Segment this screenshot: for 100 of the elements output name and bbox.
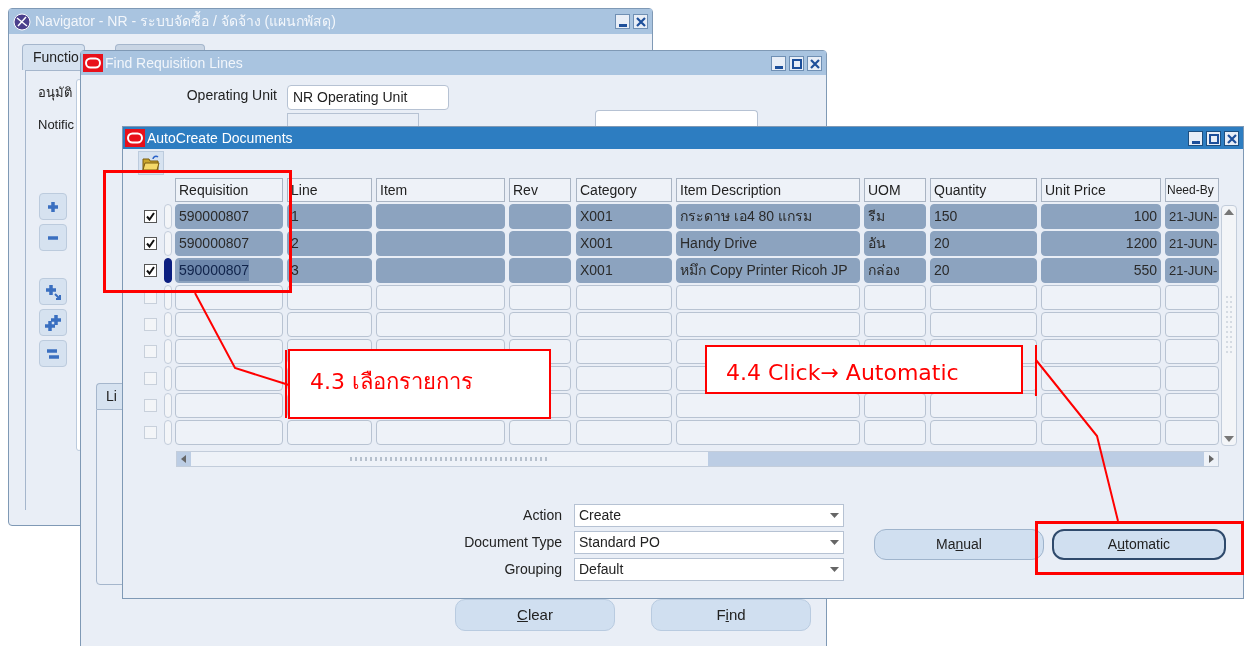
row-indicator[interactable] bbox=[164, 258, 172, 283]
table-cell[interactable] bbox=[676, 312, 860, 337]
table-cell[interactable] bbox=[376, 285, 505, 310]
table-cell[interactable]: 20 bbox=[930, 231, 1037, 256]
close-icon[interactable] bbox=[633, 14, 648, 29]
table-cell[interactable]: 550 bbox=[1041, 258, 1161, 283]
table-cell[interactable]: X001 bbox=[576, 231, 672, 256]
table-cell[interactable]: 1200 bbox=[1041, 231, 1161, 256]
table-cell[interactable] bbox=[930, 420, 1037, 445]
table-cell[interactable] bbox=[576, 366, 672, 391]
scroll-right-icon[interactable] bbox=[1204, 452, 1218, 466]
checkbox[interactable] bbox=[143, 264, 157, 277]
table-cell[interactable] bbox=[376, 204, 505, 229]
close-icon[interactable] bbox=[1224, 130, 1239, 146]
table-cell[interactable]: หมึก Copy Printer Ricoh JP bbox=[676, 258, 860, 283]
action-button[interactable]: Automatic bbox=[1052, 529, 1226, 560]
table-cell[interactable]: 2 bbox=[287, 231, 372, 256]
table-cell[interactable]: 21-JUN- bbox=[1165, 231, 1219, 256]
table-cell[interactable] bbox=[676, 393, 860, 418]
table-cell[interactable] bbox=[676, 420, 860, 445]
table-cell[interactable] bbox=[287, 420, 372, 445]
table-cell[interactable] bbox=[376, 231, 505, 256]
dropdown[interactable]: Standard PO bbox=[574, 531, 844, 554]
dropdown[interactable] bbox=[287, 113, 419, 126]
table-cell[interactable] bbox=[864, 393, 926, 418]
vertical-scrollbar[interactable] bbox=[1221, 205, 1237, 446]
table-cell[interactable] bbox=[376, 312, 505, 337]
table-cell[interactable]: 150 bbox=[930, 204, 1037, 229]
tab[interactable] bbox=[115, 44, 205, 50]
table-cell[interactable] bbox=[287, 312, 372, 337]
table-cell[interactable] bbox=[175, 339, 283, 364]
scroll-thumb[interactable] bbox=[191, 452, 708, 466]
table-cell[interactable]: 21-JUN- bbox=[1165, 204, 1219, 229]
table-cell[interactable] bbox=[509, 258, 571, 283]
tab[interactable]: Functio bbox=[22, 44, 85, 70]
minimize-icon[interactable] bbox=[1188, 130, 1203, 146]
expand-branch-button[interactable] bbox=[39, 278, 67, 305]
close-icon[interactable] bbox=[807, 55, 822, 71]
table-cell[interactable]: 100 bbox=[1041, 204, 1161, 229]
table-cell[interactable] bbox=[509, 420, 571, 445]
scroll-up-icon[interactable] bbox=[1224, 208, 1234, 216]
table-cell[interactable]: X001 bbox=[576, 204, 672, 229]
maximize-icon[interactable] bbox=[789, 55, 804, 71]
table-cell[interactable] bbox=[864, 312, 926, 337]
table-cell[interactable] bbox=[376, 420, 505, 445]
table-cell[interactable] bbox=[1165, 339, 1219, 364]
table-cell[interactable]: 590000807 bbox=[175, 204, 283, 229]
table-cell[interactable] bbox=[175, 285, 283, 310]
table-cell[interactable]: 1 bbox=[287, 204, 372, 229]
table-cell[interactable] bbox=[175, 393, 283, 418]
table-cell[interactable]: X001 bbox=[576, 258, 672, 283]
checkbox[interactable] bbox=[143, 237, 157, 250]
table-cell[interactable] bbox=[175, 420, 283, 445]
table-cell[interactable] bbox=[175, 366, 283, 391]
table-cell[interactable] bbox=[930, 393, 1037, 418]
table-cell[interactable] bbox=[509, 312, 571, 337]
table-cell[interactable] bbox=[1165, 366, 1219, 391]
action-button[interactable]: Find bbox=[651, 599, 811, 631]
table-cell[interactable] bbox=[509, 204, 571, 229]
menu-item[interactable]: Notific bbox=[38, 114, 75, 134]
action-button[interactable]: Manual bbox=[874, 529, 1044, 560]
table-cell[interactable] bbox=[1041, 312, 1161, 337]
horizontal-scrollbar[interactable] bbox=[176, 451, 1219, 467]
table-cell[interactable]: 20 bbox=[930, 258, 1037, 283]
table-cell[interactable] bbox=[1165, 285, 1219, 310]
table-cell[interactable] bbox=[1041, 339, 1161, 364]
table-cell[interactable] bbox=[1165, 420, 1219, 445]
collapse-button[interactable] bbox=[39, 224, 67, 251]
table-cell[interactable] bbox=[576, 420, 672, 445]
table-cell[interactable] bbox=[1041, 393, 1161, 418]
table-cell[interactable]: กระดาษ เอ4 80 แกรม bbox=[676, 204, 860, 229]
expand-all-button[interactable] bbox=[39, 309, 67, 336]
table-cell[interactable] bbox=[175, 312, 283, 337]
table-cell[interactable] bbox=[864, 420, 926, 445]
minimize-icon[interactable] bbox=[771, 55, 786, 71]
checkbox[interactable] bbox=[143, 210, 157, 223]
table-cell[interactable]: Handy Drive bbox=[676, 231, 860, 256]
table-cell[interactable] bbox=[576, 285, 672, 310]
table-cell[interactable]: กล่อง bbox=[864, 258, 926, 283]
collapse-all-button[interactable] bbox=[39, 340, 67, 367]
table-cell[interactable] bbox=[576, 393, 672, 418]
table-cell[interactable] bbox=[930, 285, 1037, 310]
table-cell[interactable]: อัน bbox=[864, 231, 926, 256]
table-cell[interactable] bbox=[1041, 366, 1161, 391]
minimize-icon[interactable] bbox=[615, 14, 630, 29]
input-field[interactable]: NR Operating Unit bbox=[287, 85, 449, 110]
table-cell[interactable] bbox=[1041, 285, 1161, 310]
expand-button[interactable] bbox=[39, 193, 67, 220]
folder-button[interactable] bbox=[138, 151, 164, 175]
dropdown[interactable]: Default bbox=[574, 558, 844, 581]
table-cell[interactable] bbox=[509, 285, 571, 310]
table-cell[interactable]: 3 bbox=[287, 258, 372, 283]
table-cell[interactable] bbox=[509, 231, 571, 256]
tab[interactable]: Li bbox=[96, 383, 122, 409]
table-cell[interactable] bbox=[1165, 312, 1219, 337]
table-cell[interactable] bbox=[576, 339, 672, 364]
maximize-icon[interactable] bbox=[1206, 130, 1221, 146]
table-cell[interactable] bbox=[930, 312, 1037, 337]
dropdown[interactable]: Create bbox=[574, 504, 844, 527]
action-button[interactable]: Clear bbox=[455, 599, 615, 631]
